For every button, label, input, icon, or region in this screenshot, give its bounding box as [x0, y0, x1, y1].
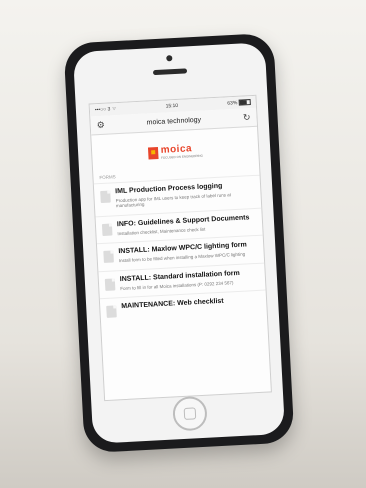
- list-item-title: MAINTENANCE: Web checklist: [121, 297, 224, 311]
- battery-icon: [238, 98, 251, 106]
- battery-indicator: 63%: [227, 98, 251, 107]
- front-camera: [166, 55, 173, 62]
- carrier-signal: •••○○ 3 ⌔: [94, 106, 117, 114]
- phone-face: •••○○ 3 ⌔ 15:10 63% ⚙ moica technology ↻…: [72, 42, 286, 444]
- battery-percent: 63%: [227, 99, 238, 107]
- brand-logo: moica FOCUSED ON ENGINEERING: [145, 140, 206, 165]
- home-button[interactable]: [172, 395, 208, 432]
- phone-screen: •••○○ 3 ⌔ 15:10 63% ⚙ moica technology ↻…: [88, 94, 272, 402]
- gear-icon[interactable]: ⚙: [96, 119, 105, 129]
- list-item-text: INSTALL: Standard installation form Form…: [120, 269, 260, 292]
- earpiece-speaker: [152, 68, 188, 76]
- document-icon: [106, 305, 117, 319]
- logo-mark-icon: [147, 146, 159, 160]
- logo-text: moica FOCUSED ON ENGINEERING: [160, 143, 203, 160]
- list-item-text: INFO: Guidelines & Support Documents Ins…: [117, 214, 257, 237]
- list-item-text: MAINTENANCE: Web checklist: [121, 296, 261, 317]
- iphone-device: •••○○ 3 ⌔ 15:10 63% ⚙ moica technology ↻…: [63, 32, 295, 454]
- list-item-text: INSTALL: Maxlow WPC/C lighting form Inst…: [118, 241, 258, 264]
- document-icon: [104, 278, 116, 291]
- status-time: 15:10: [165, 102, 179, 110]
- document-icon: [103, 250, 114, 264]
- nav-title: moica technology: [146, 116, 202, 127]
- list-item-text: IML Production Process logging Productio…: [115, 181, 255, 209]
- refresh-icon[interactable]: ↻: [243, 112, 251, 122]
- document-icon: [101, 223, 113, 236]
- logo-tagline: FOCUSED ON ENGINEERING: [160, 153, 203, 160]
- document-icon: [100, 190, 111, 204]
